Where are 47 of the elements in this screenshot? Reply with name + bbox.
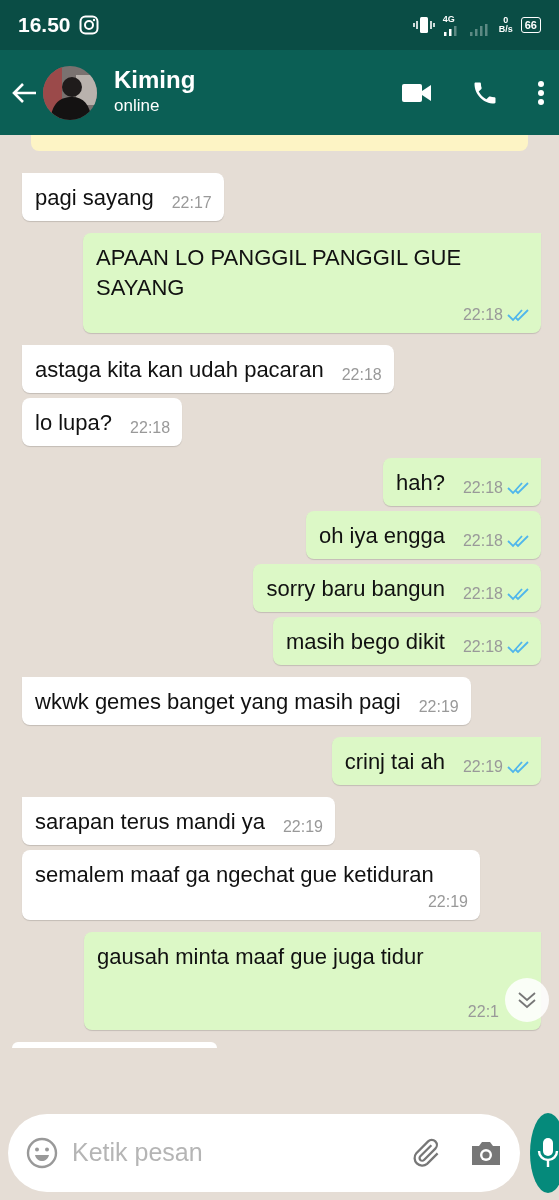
message-time: 22:19: [462, 757, 503, 777]
message-text: gausah minta maaf gue juga tidur: [97, 943, 425, 971]
message-time: 22:18: [462, 584, 503, 604]
emoji-icon[interactable]: [26, 1137, 58, 1169]
message-time: 22:18: [130, 418, 171, 438]
microphone-icon: [536, 1137, 559, 1169]
message-text: sarapan terus mandi ya: [35, 808, 265, 836]
more-options-icon[interactable]: [537, 79, 545, 106]
message-text: wkwk gemes banget yang masih pagi: [35, 688, 401, 716]
message-text: pagi sayang: [35, 184, 154, 212]
back-arrow-icon[interactable]: [10, 80, 38, 105]
network-type: 4G: [442, 14, 456, 24]
message-text: APAAN LO PANGGIL PANGGIL GUE SAYANG: [96, 244, 463, 302]
message-text: hah?: [396, 469, 445, 497]
clock-time: 16.50: [18, 12, 71, 39]
message-input[interactable]: Ketik pesan: [70, 1133, 396, 1173]
message-time: 22:19: [282, 817, 323, 837]
camera-app-icon: [78, 15, 99, 35]
contact-name: Kiming: [114, 66, 197, 93]
vibrate-icon: [412, 15, 435, 35]
message-time: 22:19: [418, 697, 459, 717]
message-text: crinj tai ah: [344, 748, 445, 776]
contact-status: online: [114, 94, 161, 117]
battery-indicator: 66: [520, 17, 541, 33]
message-time: 22:17: [171, 193, 212, 213]
message-text: astaga kita kan udah pacaran: [35, 356, 324, 384]
speed-unit: B/s: [498, 25, 513, 34]
double-chevron-icon: [516, 990, 538, 1010]
message-text: semalem maaf ga ngechat gue ketiduran: [35, 861, 435, 889]
message-text: masih bego dikit: [285, 628, 445, 656]
message-time: 22:18: [462, 305, 503, 325]
scroll-down-button[interactable]: [505, 978, 549, 1022]
message-text: oh iya engga: [318, 522, 445, 550]
message-time: 22:18: [462, 478, 503, 498]
message-time: 22:18: [462, 531, 503, 551]
speed-value: 0: [503, 16, 509, 25]
signal-icon: [442, 23, 491, 36]
message-text: sorry baru bangun: [266, 575, 445, 603]
camera-icon[interactable]: [470, 1139, 502, 1167]
message-field[interactable]: Ketik pesan: [8, 1114, 520, 1192]
microphone-button[interactable]: [530, 1113, 559, 1193]
message-time: 22:1: [467, 1002, 499, 1022]
message-time: 22:18: [462, 637, 503, 657]
message-time: 22:19: [427, 892, 468, 912]
message-time: 22:18: [341, 365, 382, 385]
video-call-icon[interactable]: [401, 81, 433, 104]
message-text: lo lupa?: [35, 409, 113, 437]
